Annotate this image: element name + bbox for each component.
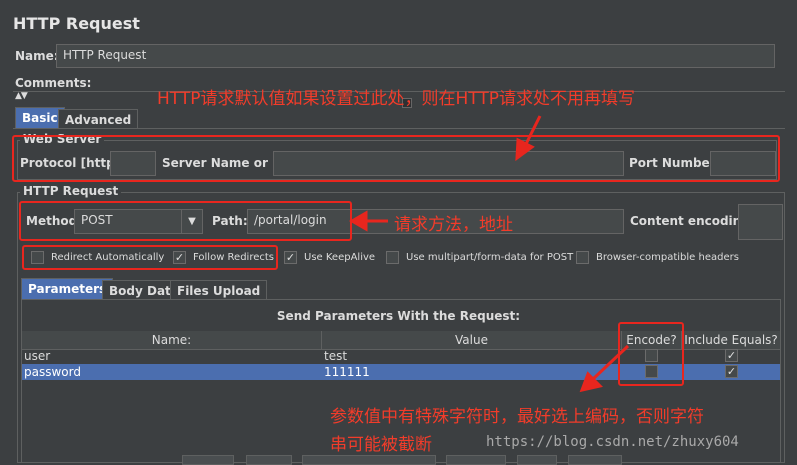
arrowhead-icon [348,210,368,232]
annotation-default-values: HTTP请求默认值如果设置过此处，则在HTTP请求处不用再填写 [157,89,636,109]
annotation-encode-line2: 串可能被截断 [330,435,432,455]
watermark: https://blog.csdn.net/zhuxy604 [486,434,739,450]
annotation-method-path: 请求方法，地址 [394,215,513,235]
annotation-encode-line1: 参数值中有特殊字符时，最好选上编码，否则字符 [330,407,704,427]
arrowhead-icon [515,137,535,162]
arrow-to-web-server-icon [523,115,542,147]
arrow-to-encode-icon [590,344,630,382]
